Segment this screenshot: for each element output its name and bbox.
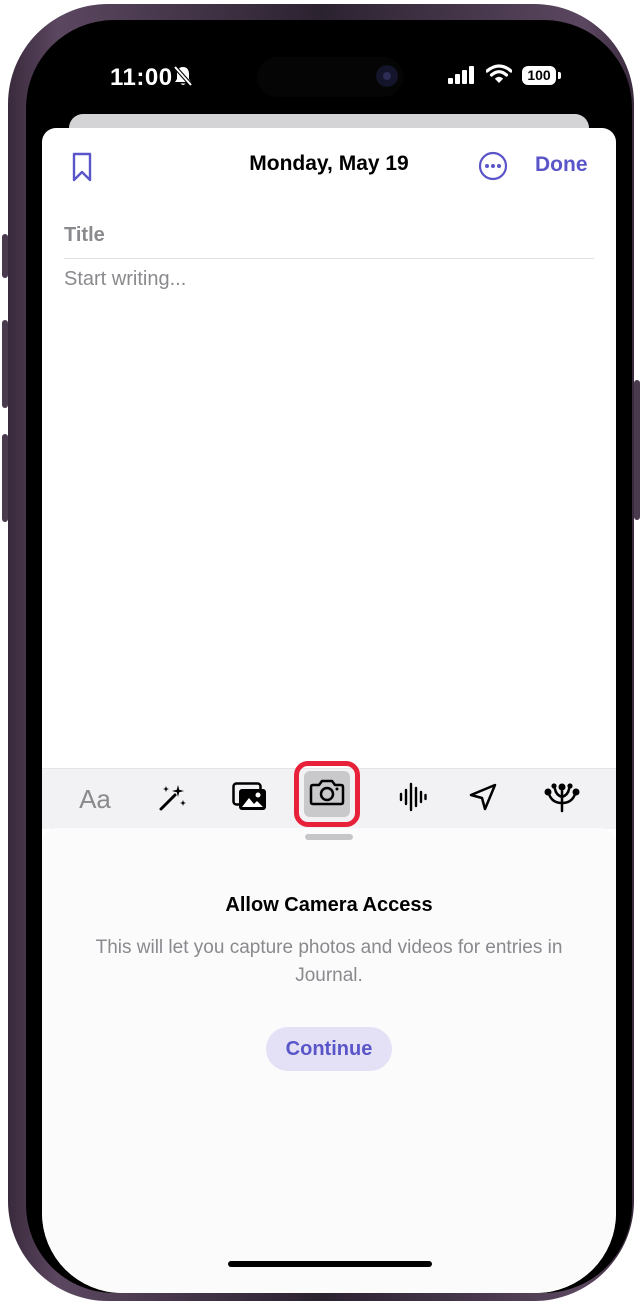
panel-grabber[interactable]: [305, 834, 353, 840]
title-input[interactable]: Title: [64, 224, 105, 247]
photo-library-icon: [232, 781, 268, 817]
action-button: [2, 234, 8, 278]
volume-down-button: [2, 434, 8, 522]
permission-description: This will let you capture photos and vid…: [95, 937, 563, 986]
audio-recording-button[interactable]: [386, 769, 440, 829]
camera-icon: [309, 778, 345, 811]
power-button: [634, 380, 640, 520]
location-button[interactable]: [456, 769, 510, 829]
bell-slash-icon: [173, 65, 193, 92]
entry-date: Monday, May 19: [249, 152, 409, 175]
status-time: 11:00: [110, 64, 173, 91]
wifi-icon: [485, 64, 513, 89]
cellular-signal-icon: [448, 66, 476, 89]
continue-label: Continue: [285, 1037, 373, 1060]
body-input[interactable]: Start writing...: [64, 268, 186, 291]
permission-title: Allow Camera Access: [225, 894, 433, 916]
camera-button[interactable]: [294, 761, 360, 827]
writing-tools-button[interactable]: [146, 769, 200, 829]
volume-up-button: [2, 320, 8, 408]
front-camera: [376, 65, 398, 87]
camera-permission-panel: Allow Camera Access This will let you ca…: [42, 828, 616, 1293]
continue-button[interactable]: Continue: [266, 1027, 392, 1071]
text-format-label: Aa: [79, 783, 111, 814]
more-options-icon[interactable]: [478, 151, 508, 186]
battery-indicator: 100: [522, 66, 561, 85]
waveform-icon: [398, 782, 428, 817]
phone-frame: 11:00 100 Monday, May 19 Done Title Star…: [2, 4, 640, 1301]
home-indicator[interactable]: [228, 1261, 432, 1267]
camera-button-background: [304, 771, 350, 817]
screen: 11:00 100 Monday, May 19 Done Title Star…: [26, 20, 632, 1293]
magic-wand-icon: [157, 781, 189, 818]
entry-toolbar: Aa: [42, 761, 616, 829]
text-format-button[interactable]: Aa: [68, 769, 122, 829]
done-button[interactable]: Done: [535, 153, 588, 177]
title-divider: [64, 258, 594, 259]
photo-library-button[interactable]: [222, 769, 278, 829]
suggestions-icon: [542, 781, 582, 818]
suggestions-button[interactable]: [534, 769, 590, 829]
location-arrow-icon: [468, 782, 498, 817]
journal-entry-sheet: Monday, May 19 Done Title Start writing.…: [42, 128, 616, 1293]
